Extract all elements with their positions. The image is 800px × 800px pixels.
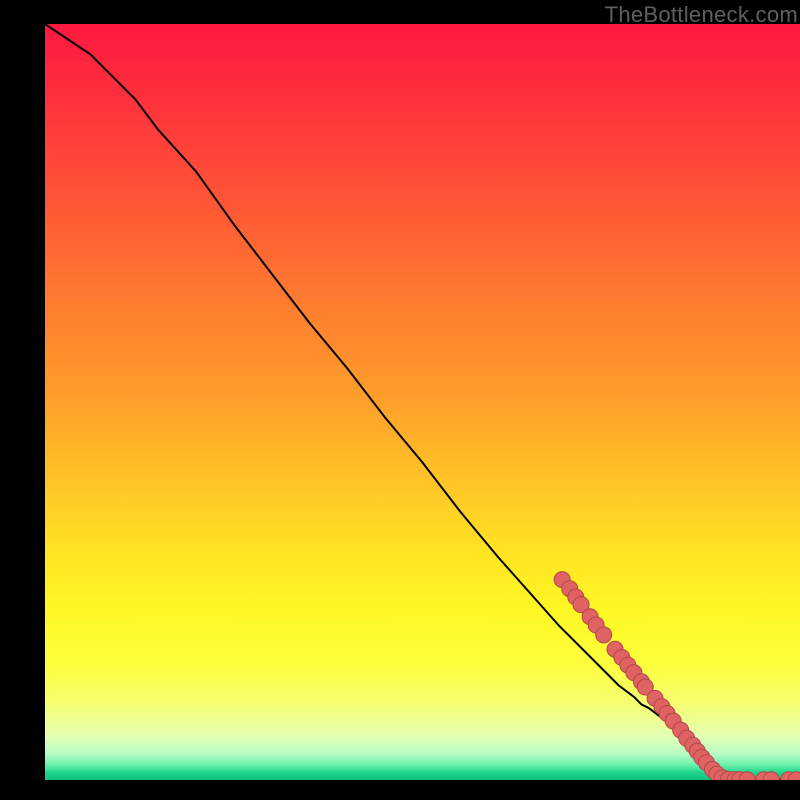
chart-points	[554, 572, 800, 780]
chart-overlay	[45, 24, 800, 780]
chart-curve	[45, 24, 800, 780]
plot-area	[45, 24, 800, 780]
watermark-text: TheBottleneck.com	[605, 2, 798, 28]
data-point	[596, 627, 612, 643]
chart-stage: TheBottleneck.com	[0, 0, 800, 800]
